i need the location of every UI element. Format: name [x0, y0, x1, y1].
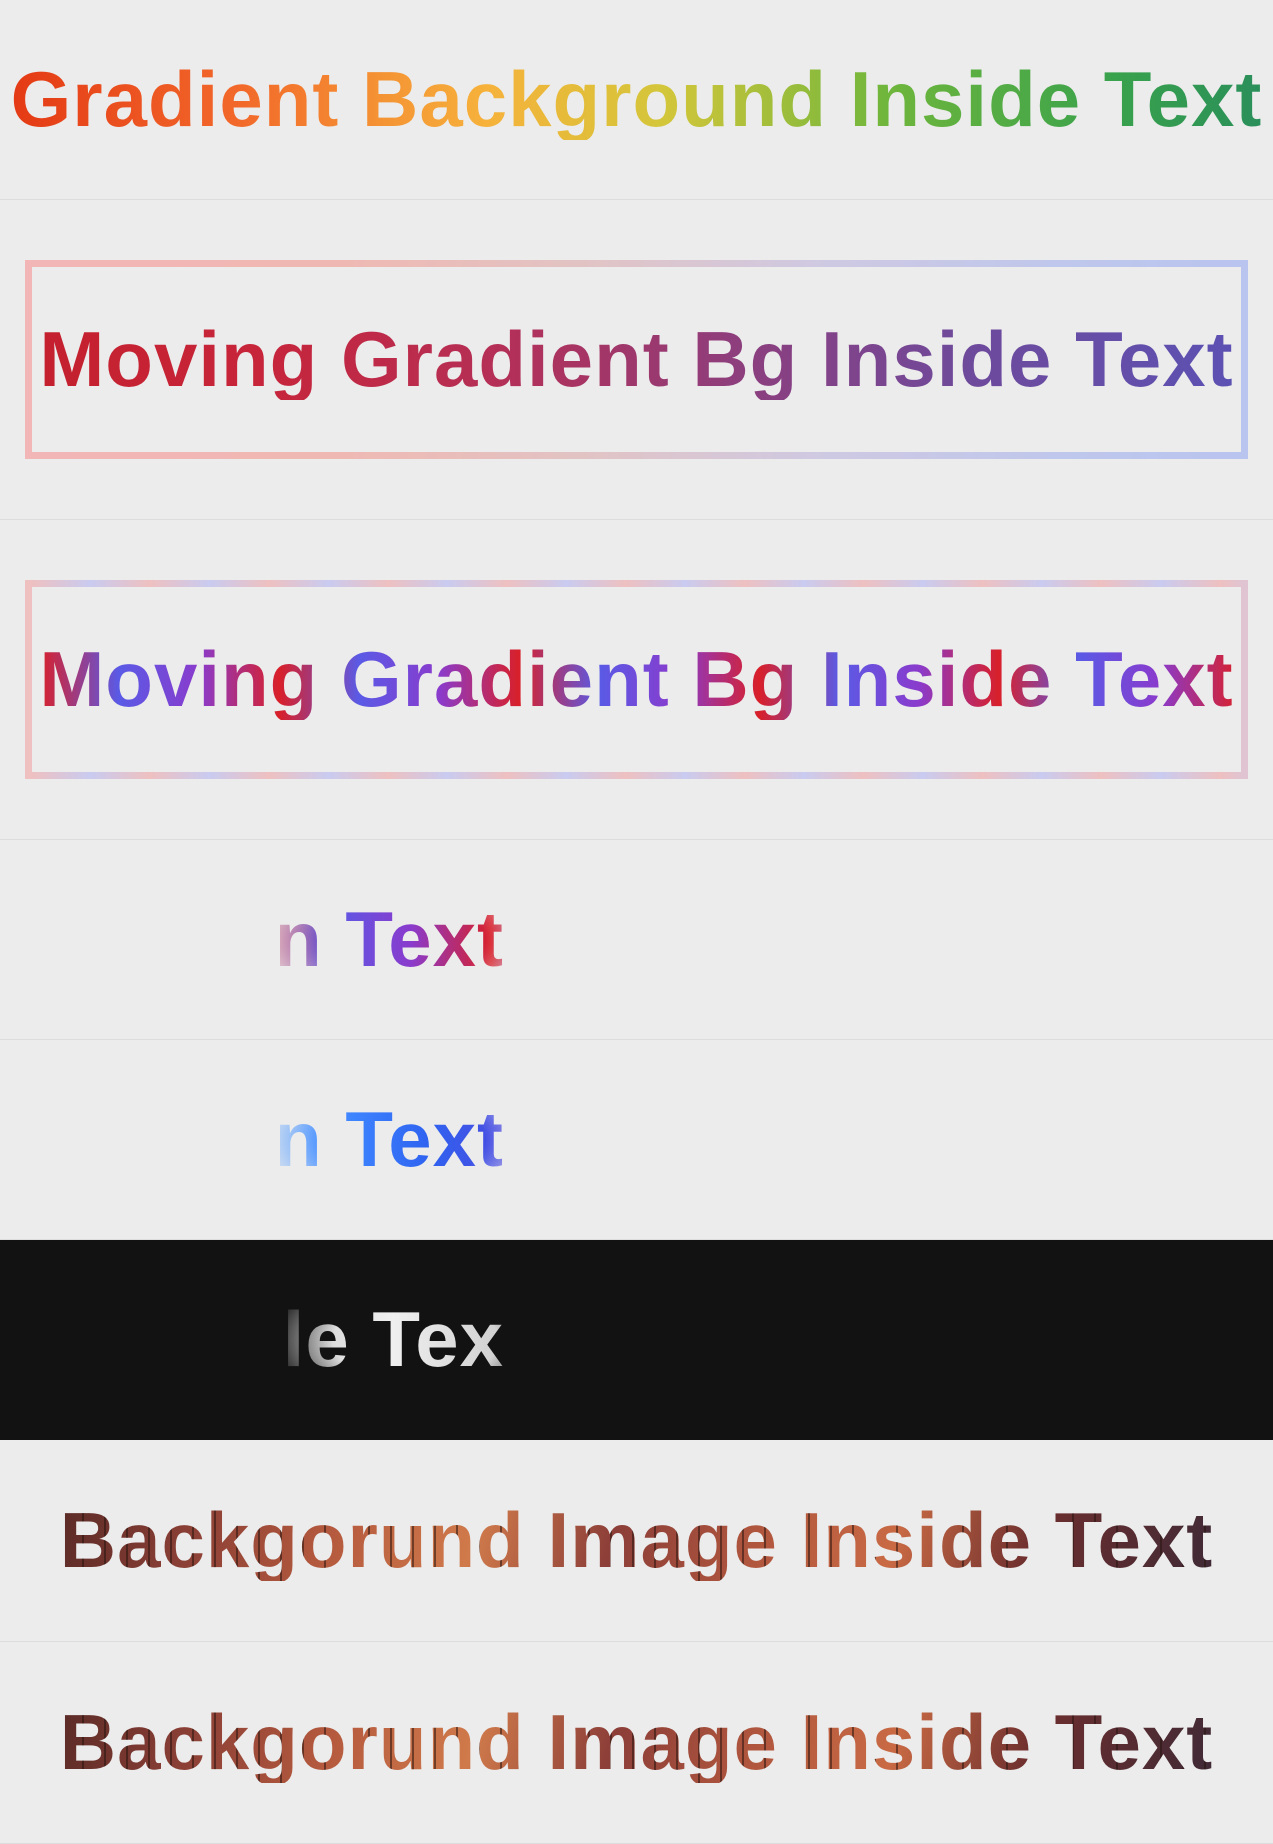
demo-row-moving-2: Moving Gradient Bg Inside Text	[0, 520, 1273, 840]
demo-row-crop-1: In Text	[0, 840, 1273, 1040]
demo-row-image-1: Backgorund Image Inside Text	[0, 1440, 1273, 1642]
demo-row-moving-1: Moving Gradient Bg Inside Text	[0, 200, 1273, 520]
demo-row-image-2: Backgorund Image Inside Text	[0, 1642, 1273, 1844]
gradient-border-box-1: Moving Gradient Bg Inside Text	[25, 260, 1247, 460]
headline-crop-2: In Text	[280, 1099, 504, 1181]
headline-crop-3: le Tex	[283, 1299, 504, 1381]
headline-moving-2: Moving Gradient Bg Inside Text	[39, 639, 1233, 721]
demo-row-crop-dark: le Tex	[0, 1240, 1273, 1440]
crop-viewport-2: In Text	[280, 1040, 510, 1239]
headline-image-2: Backgorund Image Inside Text	[60, 1702, 1213, 1784]
demo-row-rainbow: Gradient Background Inside Text	[0, 0, 1273, 200]
crop-viewport-1: In Text	[280, 840, 510, 1039]
headline-crop-1: In Text	[280, 899, 504, 981]
headline-moving-1: Moving Gradient Bg Inside Text	[39, 319, 1233, 401]
crop-viewport-3: le Tex	[280, 1240, 510, 1440]
headline-image-1: Backgorund Image Inside Text	[60, 1500, 1213, 1582]
gradient-border-box-2: Moving Gradient Bg Inside Text	[25, 580, 1247, 780]
demo-row-crop-2: In Text	[0, 1040, 1273, 1240]
headline-rainbow: Gradient Background Inside Text	[11, 59, 1263, 141]
